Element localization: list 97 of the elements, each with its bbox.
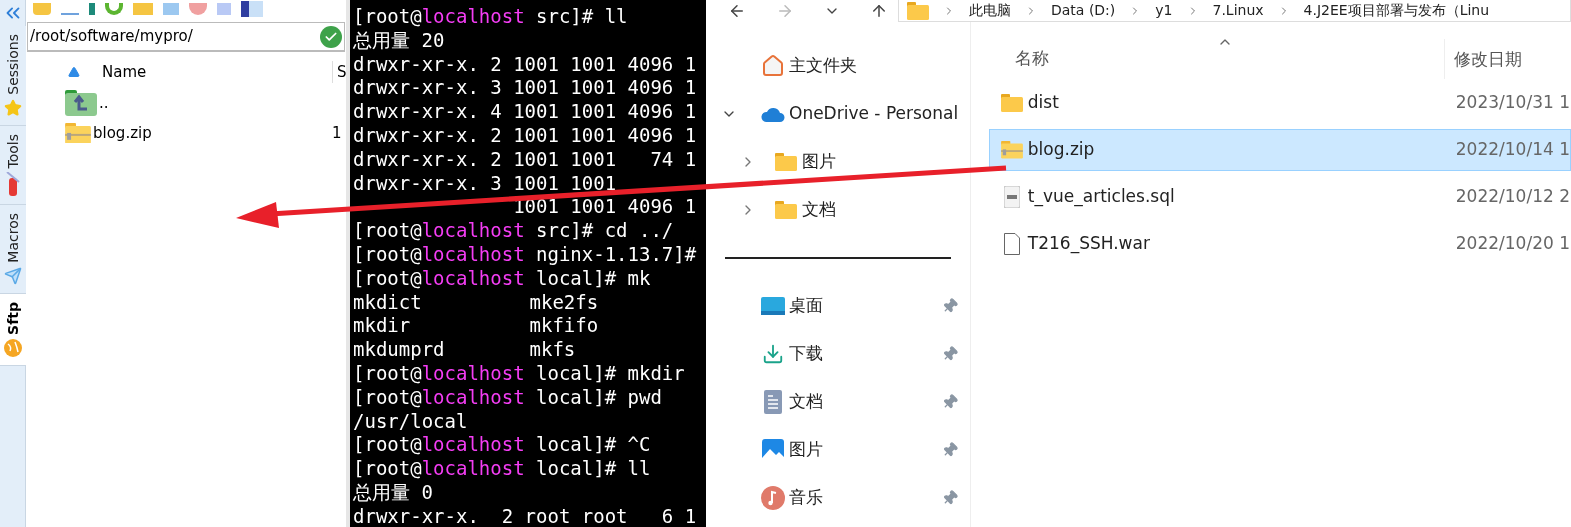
nav-item[interactable]: 图片 [706,138,970,186]
prompt-line: [root@localhost local]# mk [353,266,652,291]
folder-icon [907,1,929,20]
output-line: drwxr-xr-x. 2 1001 1001 4096 1 [353,124,698,148]
confirm-icon[interactable] [320,25,342,48]
nav-label: 图片 [789,438,824,462]
panel-toggle-icon[interactable] [241,1,263,17]
up-button[interactable] [870,2,888,20]
paper-plane-icon [3,266,22,285]
completion-item: mkfifo [529,314,600,339]
nav-label: 文档 [789,390,824,414]
breadcrumb-item[interactable]: Data (D:) [1051,0,1116,21]
completion-item: mkdict [353,290,423,315]
side-tab[interactable]: Macros [0,205,26,294]
file-name: t_vue_articles.sql [1027,185,1176,209]
zip-folder-icon [1000,141,1023,159]
folder-icon [1000,94,1023,112]
column-header[interactable]: 名称 [988,32,1444,72]
nav-label: OneDrive - Personal [789,102,959,126]
file-name: blog.zip [93,122,153,144]
breadcrumb-item[interactable]: 此电脑 [969,0,1011,21]
completion-item: mkfs [529,338,577,362]
column-header[interactable]: S [332,60,346,84]
nav-item[interactable]: OneDrive - Personal [706,90,970,138]
tools-icon [5,172,20,197]
prompt-line: [root@localhost local]# mkdir [353,361,686,386]
prompt-line: [root@localhost local]# pwd [353,385,663,410]
music-icon [761,486,785,510]
file-name: T216_SSH.war [1027,232,1151,256]
nav-label: 音乐 [789,486,824,510]
nav-label: 下载 [789,342,824,366]
prompt-line: [root@localhost nginx-1.13.7]# [353,242,698,267]
column-header[interactable]: 修改日期 [1443,39,1571,79]
sort-ascending-icon[interactable] [68,66,80,78]
completion-item: mkdir [353,314,412,339]
back-button[interactable] [728,2,746,20]
file-size: 1 [332,122,343,144]
prompt-line: [root@localhost src]# ll [353,5,629,29]
output-line: drwxr-xr-x. 3 1001 1001 [353,171,618,196]
side-tab[interactable]: Sftp [0,293,26,366]
breadcrumb-item[interactable]: 4.J2EE项目部署与发布（Linu [1303,0,1490,21]
folder-icon [775,201,797,219]
nav-item[interactable]: 下载 [706,330,970,378]
nav-label: 主文件夹 [789,54,857,78]
file-row[interactable]: T216_SSH.war 2022/10/20 1 [988,223,1571,265]
nav-item[interactable]: 文档 [706,378,970,426]
file-row[interactable]: blog.zip 2022/10/14 1 [988,129,1571,171]
file-row[interactable]: blog.zip 1 [26,118,346,148]
prompt-line: [root@localhost local]# ^C [353,433,652,458]
forward-button[interactable] [776,2,794,20]
side-tab[interactable]: Tools [0,125,26,206]
output-line: 总用量 20 [353,28,446,53]
breadcrumb-item[interactable]: 7.Linux [1212,0,1264,21]
completion-item: mkdumprd [353,338,446,362]
output-line: drwxr-xr-x. 2 1001 1001 74 1 [353,147,698,172]
output-line: drwxr-xr-x. 2 root root 6 1 [353,504,698,527]
document-icon [764,390,782,414]
markdown-file-icon [1003,186,1020,208]
nav-item[interactable]: 文档 [706,186,970,234]
modified-date: 2023/10/31 1 [1454,91,1570,115]
breadcrumb-item[interactable]: y1 [1155,0,1173,21]
output-line: drwxr-xr-x. 2 1001 1001 4096 1 [353,52,698,77]
column-header[interactable]: Name [102,60,332,84]
modified-date: 2022/10/12 2 [1454,185,1570,209]
modified-date: 2022/10/14 1 [1454,138,1570,162]
output-line: drwxr-xr-x. 3 1001 1001 4096 1 [353,76,698,101]
prompt-line: [root@localhost local]# ll [353,457,652,481]
nav-item[interactable]: 音乐 [706,474,970,522]
nav-item[interactable]: 图片 [706,426,970,474]
completion-item: mke2fs [529,290,600,315]
file-row[interactable]: .. [26,88,346,118]
nav-item[interactable]: 桌面 [706,282,970,330]
cloud-icon [761,106,785,122]
home-icon [761,54,785,78]
file-icon [1003,233,1020,255]
output-line: /usr/local [353,409,469,434]
nav-label: 桌面 [789,294,824,318]
file-name: .. [99,92,110,114]
folder-icon [775,153,797,171]
modified-date: 2022/10/20 1 [1454,232,1570,256]
output-line: 总用量 0 [353,480,434,505]
nav-label: 文档 [802,198,836,222]
address-bar[interactable]: 此电脑 Data (D:) y1 7.Linux 4.J2EE项目部署与发布（Linu [898,0,1571,22]
file-row[interactable]: t_vue_articles.sql 2022/10/12 2 [988,176,1571,218]
prompt-line: [root@localhost src]# cd ../ [353,219,675,243]
path-field[interactable]: /root/software/mypro/ [27,22,345,52]
desktop-icon [761,297,785,315]
nav-item[interactable]: 主文件夹 [706,42,970,90]
pictures-icon [762,439,784,461]
file-name: dist [1027,91,1060,115]
star-icon [3,98,22,117]
nav-label: 图片 [802,150,836,174]
zip-folder-icon [65,122,91,144]
file-row[interactable]: dist 2023/10/31 1 [988,82,1571,124]
side-tab[interactable]: Sessions [0,26,26,126]
output-line: drwxr-xr-x. 4 1001 1001 4096 1 [353,100,698,124]
file-name: blog.zip [1027,138,1096,162]
